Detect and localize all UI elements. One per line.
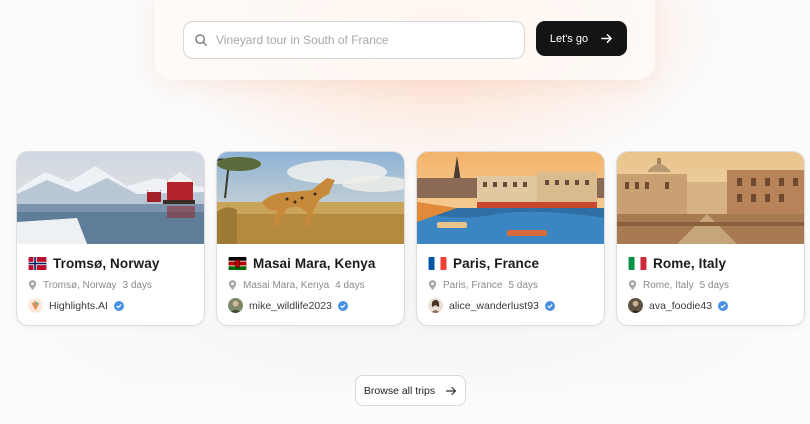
arrow-right-icon	[445, 386, 457, 395]
trip-card-masai-mara[interactable]: Masai Mara, Kenya Masai Mara, Kenya 4 da…	[216, 151, 405, 326]
trip-author[interactable]: Highlights.AI	[28, 298, 193, 313]
search-icon	[195, 34, 207, 46]
trip-author[interactable]: alice_wanderlust93	[428, 298, 593, 313]
paris-photo	[417, 152, 604, 244]
tromso-photo	[17, 152, 204, 244]
trip-author[interactable]: ava_foodie43	[628, 298, 793, 313]
location-pin-icon	[228, 280, 237, 290]
avatar	[428, 298, 443, 313]
search-box[interactable]	[183, 21, 525, 59]
lets-go-label: Let's go	[549, 32, 589, 45]
france-flag-icon	[428, 257, 447, 270]
trip-location: Rome, Italy	[643, 280, 694, 291]
trip-title: Tromsø, Norway	[28, 256, 193, 271]
trip-title-text: Masai Mara, Kenya	[253, 256, 376, 271]
trip-card-paris[interactable]: Paris, France Paris, France 5 days alice…	[416, 151, 605, 326]
arrow-right-icon	[601, 34, 612, 43]
avatar	[228, 298, 243, 313]
trip-title: Paris, France	[428, 256, 593, 271]
trip-duration: 5 days	[508, 280, 538, 291]
avatar	[628, 298, 643, 313]
location-pin-icon	[628, 280, 637, 290]
trip-duration: 5 days	[699, 280, 730, 291]
trip-location: Tromsø, Norway	[43, 280, 117, 291]
search-input[interactable]	[216, 33, 516, 47]
trip-cards: Tromsø, Norway Tromsø, Norway 3 days Hig…	[16, 151, 805, 326]
masai-mara-photo	[217, 152, 404, 244]
verified-badge-icon	[113, 300, 124, 311]
italy-flag-icon	[628, 257, 647, 270]
trip-duration: 3 days	[122, 280, 152, 291]
verified-badge-icon	[337, 300, 348, 311]
trip-meta: Tromsø, Norway 3 days	[28, 280, 193, 291]
location-pin-icon	[28, 280, 37, 290]
trip-title-text: Tromsø, Norway	[53, 256, 160, 271]
trip-meta: Paris, France 5 days	[428, 280, 593, 291]
trip-title-text: Paris, France	[453, 256, 540, 271]
browse-all-trips-button[interactable]: Browse all trips	[355, 375, 466, 406]
trip-location: Masai Mara, Kenya	[243, 280, 330, 291]
verified-badge-icon	[718, 300, 729, 311]
kenya-flag-icon	[228, 257, 247, 270]
rome-photo	[617, 152, 804, 244]
location-pin-icon	[428, 280, 437, 290]
trip-card-tromso[interactable]: Tromsø, Norway Tromsø, Norway 3 days Hig…	[16, 151, 205, 326]
trip-title: Masai Mara, Kenya	[228, 256, 393, 271]
lets-go-button[interactable]: Let's go	[536, 21, 627, 56]
trip-location: Paris, France	[443, 280, 503, 291]
author-name: mike_wildlife2023	[249, 299, 332, 312]
trip-meta: Rome, Italy 5 days	[628, 280, 793, 291]
author-name: Highlights.AI	[49, 299, 108, 312]
trip-title-text: Rome, Italy	[653, 256, 727, 271]
verified-badge-icon	[544, 300, 555, 311]
author-name: alice_wanderlust93	[449, 299, 539, 312]
trip-card-rome[interactable]: Rome, Italy Rome, Italy 5 days ava_foodi…	[616, 151, 805, 326]
trip-duration: 4 days	[335, 280, 365, 291]
highlights-logo-icon	[28, 298, 43, 313]
trip-author[interactable]: mike_wildlife2023	[228, 298, 393, 313]
trip-title: Rome, Italy	[628, 256, 793, 271]
trip-meta: Masai Mara, Kenya 4 days	[228, 280, 393, 291]
browse-all-trips-label: Browse all trips	[363, 384, 436, 397]
norway-flag-icon	[28, 257, 47, 270]
author-name: ava_foodie43	[649, 299, 713, 312]
